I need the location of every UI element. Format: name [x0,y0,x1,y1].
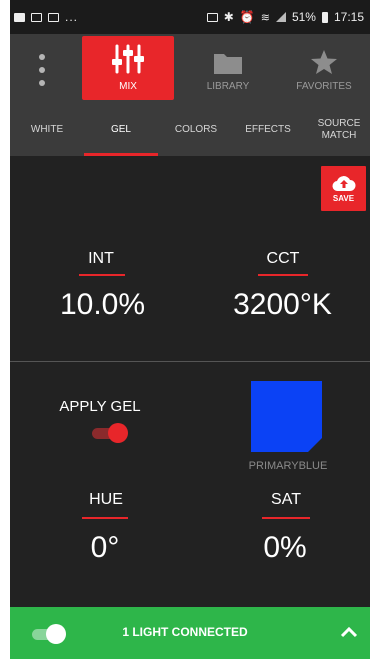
overflow-menu-button[interactable] [32,54,52,86]
tab-colors[interactable]: COLORS [164,104,228,156]
tab-colors-label: COLORS [174,124,218,135]
gel-name: PRIMARYBLUE [248,460,328,472]
alarm-icon: ⏰ [239,10,255,24]
connection-toggle[interactable] [30,623,66,645]
chevron-up-icon[interactable] [340,625,358,639]
toggle-knob [46,624,66,644]
save-label: SAVE [332,194,355,203]
nav-tab-library[interactable]: LIBRARY [182,34,274,102]
toggle-knob [108,423,128,443]
star-icon [311,50,337,74]
more-notifications: ... [65,10,79,24]
nav-tab-favorites[interactable]: FAVORITES [282,34,366,102]
intensity-label: INT [88,250,114,267]
section-divider [10,361,370,362]
tab-white-label: WHITE [30,124,64,135]
gallery-notification-icon [14,12,25,22]
active-tab-indicator [84,153,158,156]
nav-tab-mix[interactable]: MIX [82,36,174,100]
tab-effects[interactable]: EFFECTS [238,104,298,156]
battery-icon [321,11,328,23]
app-notification-icon [31,12,42,22]
apply-gel-label: APPLY GEL [59,398,141,415]
nav-tab-mix-label: MIX [119,81,137,92]
sat-label: SAT [271,491,301,508]
battery-percent: 51% [291,10,316,24]
tab-source-match-label: SOURCE MATCH [317,118,361,141]
tab-gel[interactable]: GEL [84,104,158,156]
dot [39,80,45,86]
top-navigation: MIX LIBRARY FAVORITES [10,34,370,104]
folder-icon [214,54,242,74]
swatch-corner [308,438,322,452]
sat-value[interactable]: 0% [230,531,340,565]
mail-notification-icon [48,12,59,22]
nfc-icon [206,12,218,22]
hue-underline [82,517,128,519]
signal-icon [275,12,286,22]
dot [39,54,45,60]
nav-tab-favorites-label: FAVORITES [296,81,352,92]
dot [39,67,45,73]
apply-gel-toggle[interactable] [90,422,128,444]
connection-bar[interactable]: 1 LIGHT CONNECTED [10,607,370,659]
clock: 17:15 [333,10,364,24]
sliders-icon [112,44,144,74]
bluetooth-icon: ✱ [223,10,234,24]
hue-label: HUE [89,491,123,508]
cct-label: CCT [266,250,300,267]
cloud-upload-icon [331,176,355,192]
intensity-value[interactable]: 10.0% [30,288,175,322]
save-button[interactable]: SAVE [321,166,366,211]
gel-color-swatch[interactable] [251,381,322,452]
app-screen: ... ✱ ⏰ ≋ 51% 17:15 MIX LIBRARY FAVORITE… [10,0,370,659]
tab-source-match[interactable]: SOURCE MATCH [310,104,368,156]
cct-value[interactable]: 3200°K [205,288,360,322]
tab-gel-label: GEL [110,124,131,135]
cct-underline [258,274,308,276]
sat-underline [262,517,310,519]
hue-value[interactable]: 0° [50,531,160,565]
intensity-underline [79,274,125,276]
connection-status: 1 LIGHT CONNECTED [122,625,248,639]
nav-tab-library-label: LIBRARY [206,81,250,92]
tab-effects-label: EFFECTS [245,124,291,135]
status-bar: ... ✱ ⏰ ≋ 51% 17:15 [10,0,370,34]
tab-white[interactable]: WHITE [20,104,74,156]
mode-tabs: WHITE GEL COLORS EFFECTS SOURCE MATCH [10,104,370,156]
wifi-icon: ≋ [260,11,270,24]
